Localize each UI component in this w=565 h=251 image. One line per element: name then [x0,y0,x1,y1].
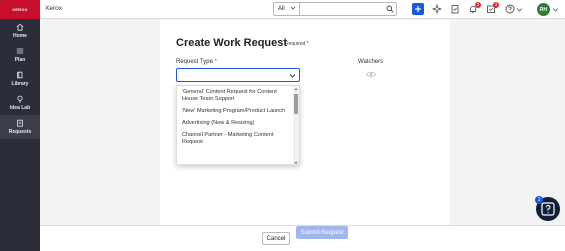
lightbulb-icon [17,95,23,103]
nav-item-home[interactable]: Home [0,19,40,43]
request-type-label: Request Type * [176,59,217,65]
help-circle-icon[interactable] [505,4,515,14]
cancel-button[interactable]: Cancel [262,232,290,245]
chevron-down-icon [290,6,296,10]
company-name: Xerox [45,5,62,12]
scroll-down-arrow-icon[interactable] [294,161,298,165]
request-type-dropdown: 'General' Content Request for Content Ho… [176,85,300,165]
add-button[interactable] [412,3,424,15]
work-request-form: Create Work Request Required * Request T… [160,20,450,225]
help-chat-icon [541,202,555,216]
dropdown-scrollbar[interactable] [293,86,299,165]
dropdown-option[interactable]: 'New' Marketing Program/Product Launch [177,105,293,117]
required-note: Required * [285,41,309,47]
help-chevron-down-icon[interactable] [516,6,523,13]
tasks-badge: 3 [493,2,499,8]
scroll-up-arrow-icon[interactable] [294,87,298,91]
chevron-down-icon [289,74,296,78]
nav-label-home: Home [13,33,27,39]
clipboard-icon [17,119,23,127]
eye-icon[interactable] [366,71,376,78]
watchers-label: Watchers [358,59,384,65]
avatar-initials: RH [539,6,548,13]
nav-label-idea-lab: Idea Lab [9,105,31,111]
scrollbar-thumb[interactable] [294,94,298,114]
nav-label-requests: Requests [8,129,32,135]
global-search: All [273,2,397,16]
page-title: Create Work Request [176,37,288,49]
submit-request-button[interactable]: Submit Request [296,226,348,239]
nav-item-idea-lab[interactable]: Idea Lab [0,91,40,115]
book-icon [17,71,23,79]
search-scope-value: All [278,6,285,12]
sparkle-icon[interactable] [432,4,442,14]
search-icon[interactable] [386,5,394,13]
notifications-badge: 2 [475,2,481,8]
nav-item-library[interactable]: Library [0,67,40,91]
nav-item-plan[interactable]: Plan [0,43,40,67]
list-icon [16,48,24,54]
help-badge: 1 [535,196,543,204]
required-star: * [214,59,217,65]
search-input[interactable] [301,3,381,15]
request-type-select[interactable] [176,68,300,82]
avatar-chevron-down-icon[interactable] [552,6,559,13]
dropdown-option[interactable]: Advertising (New & Resizing) [177,117,293,129]
brand-logo[interactable]: XEROX [0,0,40,19]
action-bar: Cancel Submit Request [40,225,565,251]
request-type-label-text: Request Type [176,59,213,65]
plus-icon [415,6,421,12]
search-scope-select[interactable]: All [274,3,300,15]
nav-label-plan: Plan [14,57,26,63]
dropdown-option[interactable]: Channel Partner - Marketing Content Requ… [177,129,293,148]
left-nav: XEROX Home Plan Library Idea Lab Request… [0,0,40,251]
top-bar: Xerox All 2 3 RH [40,0,565,19]
nav-item-requests[interactable]: Requests [0,115,40,139]
home-icon [16,23,24,31]
clipboard-check-icon[interactable] [450,4,460,14]
nav-label-library: Library [11,81,29,87]
dropdown-option[interactable]: 'General' Content Request for Content Ho… [177,86,293,105]
logo-text: XEROX [12,7,28,12]
user-avatar[interactable]: RH [537,3,550,16]
